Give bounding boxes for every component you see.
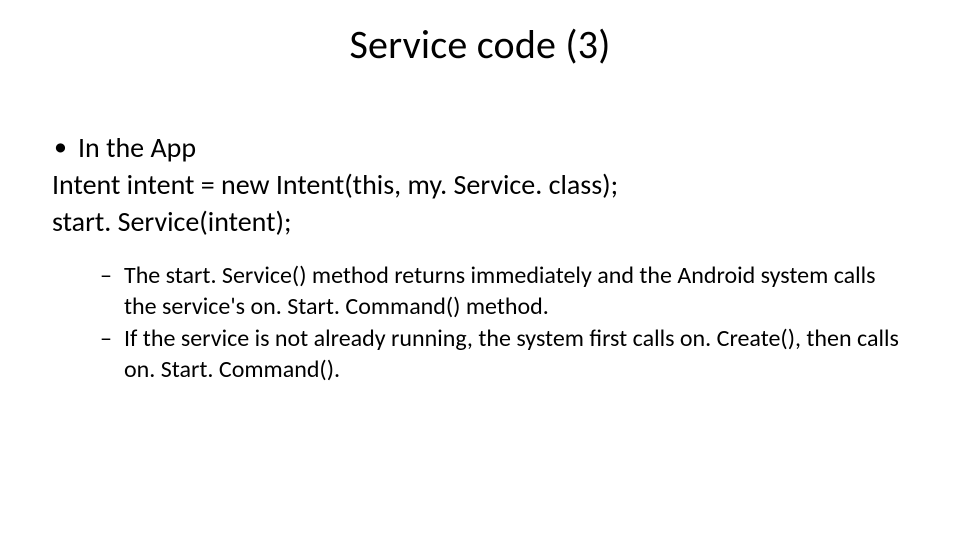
bullet-dot-icon: •: [54, 130, 67, 163]
sub-line-1: The start. Service() method returns imme…: [124, 261, 876, 321]
slide-title: Service code (3): [0, 20, 960, 69]
sub-bullet-group: – The start. Service() method returns im…: [52, 261, 908, 386]
body-line-1: In the App: [78, 130, 196, 165]
bullet-level2: – If the service is not already running,…: [52, 324, 908, 385]
bullet-level2: – The start. Service() method returns im…: [52, 261, 908, 322]
body-line-2: Intent intent = new Intent(this, my. Ser…: [52, 167, 908, 202]
body-line-3: start. Service(intent);: [52, 204, 908, 239]
bullet-level1: • In the App: [52, 130, 908, 165]
slide-body: • In the App Intent intent = new Intent(…: [52, 130, 908, 388]
slide: Service code (3) • In the App Intent int…: [0, 0, 960, 540]
bullet-dash-icon: –: [100, 324, 112, 355]
sub-line-2: If the service is not already running, t…: [124, 324, 899, 384]
bullet-dash-icon: –: [100, 261, 112, 292]
